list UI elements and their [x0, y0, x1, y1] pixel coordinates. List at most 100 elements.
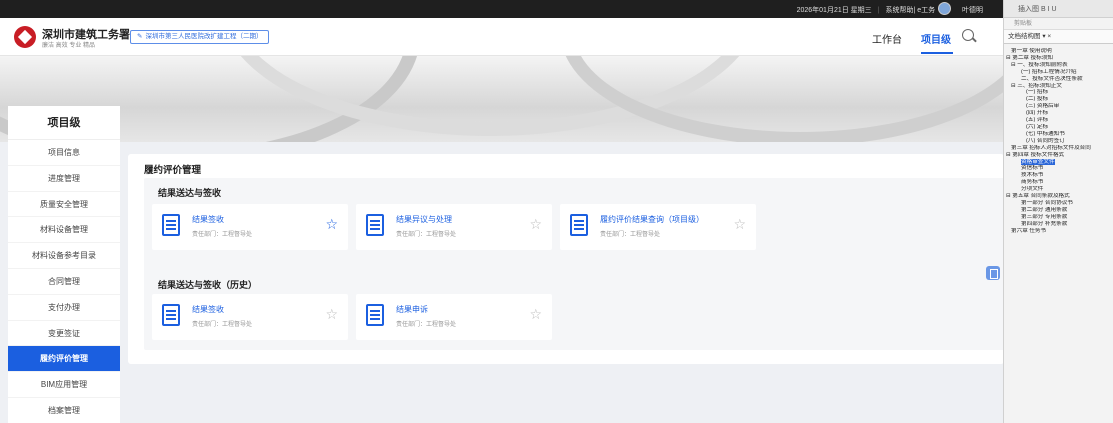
card-dept: 责任部门：工程督导处 [192, 232, 253, 238]
document-tree-item[interactable]: (七) 中标通知书 [1006, 131, 1113, 138]
tree-item-label: (三) 资格后审 [1026, 103, 1060, 110]
document-map-label: 文档结构图 [1008, 33, 1041, 40]
card-dept: 责任部门：工程督导处 [600, 232, 661, 238]
active-nav-indicator [921, 52, 953, 54]
sidebar-item[interactable]: 支付办理 [8, 295, 120, 321]
tree-item-label: 第三章 招标人对招标文件及合同 [1011, 144, 1091, 151]
star-icon[interactable]: ☆ [529, 307, 542, 321]
card-title[interactable]: 结果签收 [192, 304, 224, 315]
tree-item-label: 资格审查文件 [1021, 158, 1055, 165]
avatar[interactable] [938, 2, 951, 15]
document-tree-item[interactable]: ⊟ 第二章 投标须知 [1006, 55, 1113, 62]
document-icon [366, 214, 384, 236]
document-tree-item[interactable]: (六) 定标 [1006, 124, 1113, 131]
tree-item-label: 第六章 任务书 [1011, 227, 1047, 234]
tree-item-label: ⊟ 第五章 合同条款及格式 [1006, 193, 1070, 200]
star-icon[interactable]: ☆ [325, 307, 338, 321]
org-logo-icon [14, 26, 36, 48]
document-icon [162, 304, 180, 326]
date-text: 2026年01月21日 星期三 [796, 7, 872, 14]
card-result-query[interactable]: 履约评价结果查询（项目级） 责任部门：工程督导处 ☆ [560, 204, 756, 250]
document-tree-item[interactable]: 第一部分 合同协议书 [1006, 200, 1113, 207]
document-tree-item[interactable]: (一) 招标工程情况介绍 [1006, 69, 1113, 76]
nav-workbench[interactable]: 工作台 [872, 31, 902, 46]
document-tree-item[interactable]: 第一章 使用说明 [1006, 48, 1113, 55]
document-tree-item[interactable]: 二、投标文件否决性条款 [1006, 76, 1113, 83]
sidebar-item[interactable]: 合同管理 [8, 269, 120, 295]
search-icon[interactable] [962, 29, 974, 41]
document-tree-item[interactable]: (一) 招标 [1006, 89, 1113, 96]
document-tree-item[interactable]: 第二部分 通用条款 [1006, 207, 1113, 214]
card-dept: 责任部门：工程督导处 [192, 322, 253, 328]
card-objection-handling[interactable]: 结果异议与处理 责任部门：工程督导处 ☆ [356, 204, 552, 250]
sidebar-title: 项目级 [8, 106, 120, 140]
card-title[interactable]: 结果申诉 [396, 304, 428, 315]
card-history-signoff[interactable]: 结果签收 责任部门：工程督导处 ☆ [152, 294, 348, 340]
sidebar: 项目级 项目信息 进度管理 质量安全管理 材料设备管理 材料设备参考目录 合同管理 支付办理… [8, 106, 120, 423]
format-toolbar[interactable]: 插入图 B I U [1004, 0, 1113, 18]
document-tree-item[interactable]: 第六章 任务书 [1006, 228, 1113, 235]
tree-item-label: (八) 合同的签订 [1026, 137, 1065, 144]
card-title[interactable]: 结果异议与处理 [396, 214, 452, 225]
tree-item-label: (一) 招标工程情况介绍 [1021, 68, 1077, 75]
document-tree-item[interactable]: ⊟ 一、投标须知前附表 [1006, 62, 1113, 69]
section-title: 结果送达与签收（历史） [158, 280, 258, 290]
section-results: 结果送达与签收 结果签收 责任部门：工程督导处 ☆ 结果异议与处理 责任部门：工… [144, 178, 1006, 272]
sidebar-item[interactable]: 履约评价管理 [8, 346, 120, 373]
document-tree-item[interactable]: (二) 投标 [1006, 96, 1113, 103]
system-help-link[interactable]: 系统帮助| e工务 [886, 5, 936, 15]
project-selector[interactable]: ✎ 深圳市第三人民医院改扩建工程（二期） [130, 30, 270, 44]
document-tree-item[interactable]: 第四部分 补充条款 [1006, 221, 1113, 228]
document-tree-item[interactable]: ⊟ 第五章 合同条款及格式 [1006, 193, 1113, 200]
chevron-down-icon[interactable]: ▾ × [1042, 33, 1051, 40]
document-icon [366, 304, 384, 326]
document-tree-item[interactable]: (八) 合同的签订 [1006, 138, 1113, 145]
document-map-selector[interactable]: 文档结构图 ▾ × [1004, 30, 1113, 44]
star-icon[interactable]: ☆ [733, 217, 746, 231]
card-title[interactable]: 履约评价结果查询（项目级） [600, 214, 704, 225]
document-tree-item[interactable]: (五) 评标 [1006, 117, 1113, 124]
document-tree-item[interactable]: 资信标书 [1006, 165, 1113, 172]
document-tree-item[interactable]: ⊟ 第四章 投标文件格式 [1006, 152, 1113, 159]
card-history-appeal[interactable]: 结果申诉 责任部门：工程督导处 ☆ [356, 294, 552, 340]
floating-doc-button[interactable] [986, 266, 1000, 280]
card-title[interactable]: 结果签收 [192, 214, 224, 225]
tree-item-label: ⊟ 第四章 投标文件格式 [1006, 151, 1065, 158]
tree-item-label: 分项文件 [1021, 186, 1044, 193]
card-result-signoff[interactable]: 结果签收 责任部门：工程督导处 ☆ [152, 204, 348, 250]
tree-item-label: (一) 招标 [1026, 89, 1049, 96]
document-map-panel: 插入图 B I U 剪贴板 文档结构图 ▾ × 第一章 使用说明 ⊟ 第二章 投标… [1003, 0, 1113, 423]
document-tree-item[interactable]: (三) 资格后审 [1006, 103, 1113, 110]
divider: | [877, 6, 880, 14]
tree-item-label: 第一章 使用说明 [1011, 48, 1052, 54]
sidebar-item[interactable]: 进度管理 [8, 166, 120, 192]
sidebar-item[interactable]: 材料设备参考目录 [8, 243, 120, 269]
nav-project-level[interactable]: 项目级 [921, 31, 951, 46]
tree-item-label: (六) 定标 [1026, 123, 1049, 130]
document-tree-item[interactable]: 第三章 招标人对招标文件及合同 [1006, 145, 1113, 152]
card-dept: 责任部门：工程督导处 [396, 322, 457, 328]
star-icon[interactable]: ☆ [325, 217, 338, 231]
user-name[interactable]: 叶德明 [962, 5, 983, 15]
document-tree-item[interactable]: 第三部分 专用条款 [1006, 214, 1113, 221]
sidebar-item[interactable]: 项目信息 [8, 140, 120, 166]
tree-item-label: (五) 评标 [1026, 117, 1049, 124]
document-tree-item[interactable]: 技术标书 [1006, 172, 1113, 179]
app-header: 深圳市建筑工务署 廉洁 高效 专业 精品 ✎ 深圳市第三人民医院改扩建工程（二期… [0, 18, 1003, 56]
star-icon[interactable]: ☆ [529, 217, 542, 231]
sidebar-item[interactable]: BIM应用管理 [8, 372, 120, 398]
sidebar-item[interactable]: 材料设备管理 [8, 217, 120, 244]
sidebar-item[interactable]: 档案管理 [8, 398, 120, 423]
sidebar-item[interactable]: 质量安全管理 [8, 192, 120, 218]
document-tree-item[interactable]: ⊟ 三、招标须知正文 [1006, 83, 1113, 90]
sidebar-item[interactable]: 变更签证 [8, 321, 120, 347]
document-tree-item[interactable]: (四) 开标 [1006, 110, 1113, 117]
document-tree-item[interactable]: 资格审查文件 [1006, 158, 1113, 166]
page-title: 履约评价管理 [144, 165, 202, 176]
document-tree-item[interactable]: 分项文件 [1006, 186, 1113, 193]
tree-item-label: ⊟ 第二章 投标须知 [1006, 54, 1053, 61]
document-tree-item[interactable]: 商务标书 [1006, 179, 1113, 186]
tree-item-label: 第二部分 通用条款 [1021, 206, 1068, 213]
banner-arch [560, 56, 1003, 142]
tree-item-label: 商务标书 [1021, 179, 1044, 186]
